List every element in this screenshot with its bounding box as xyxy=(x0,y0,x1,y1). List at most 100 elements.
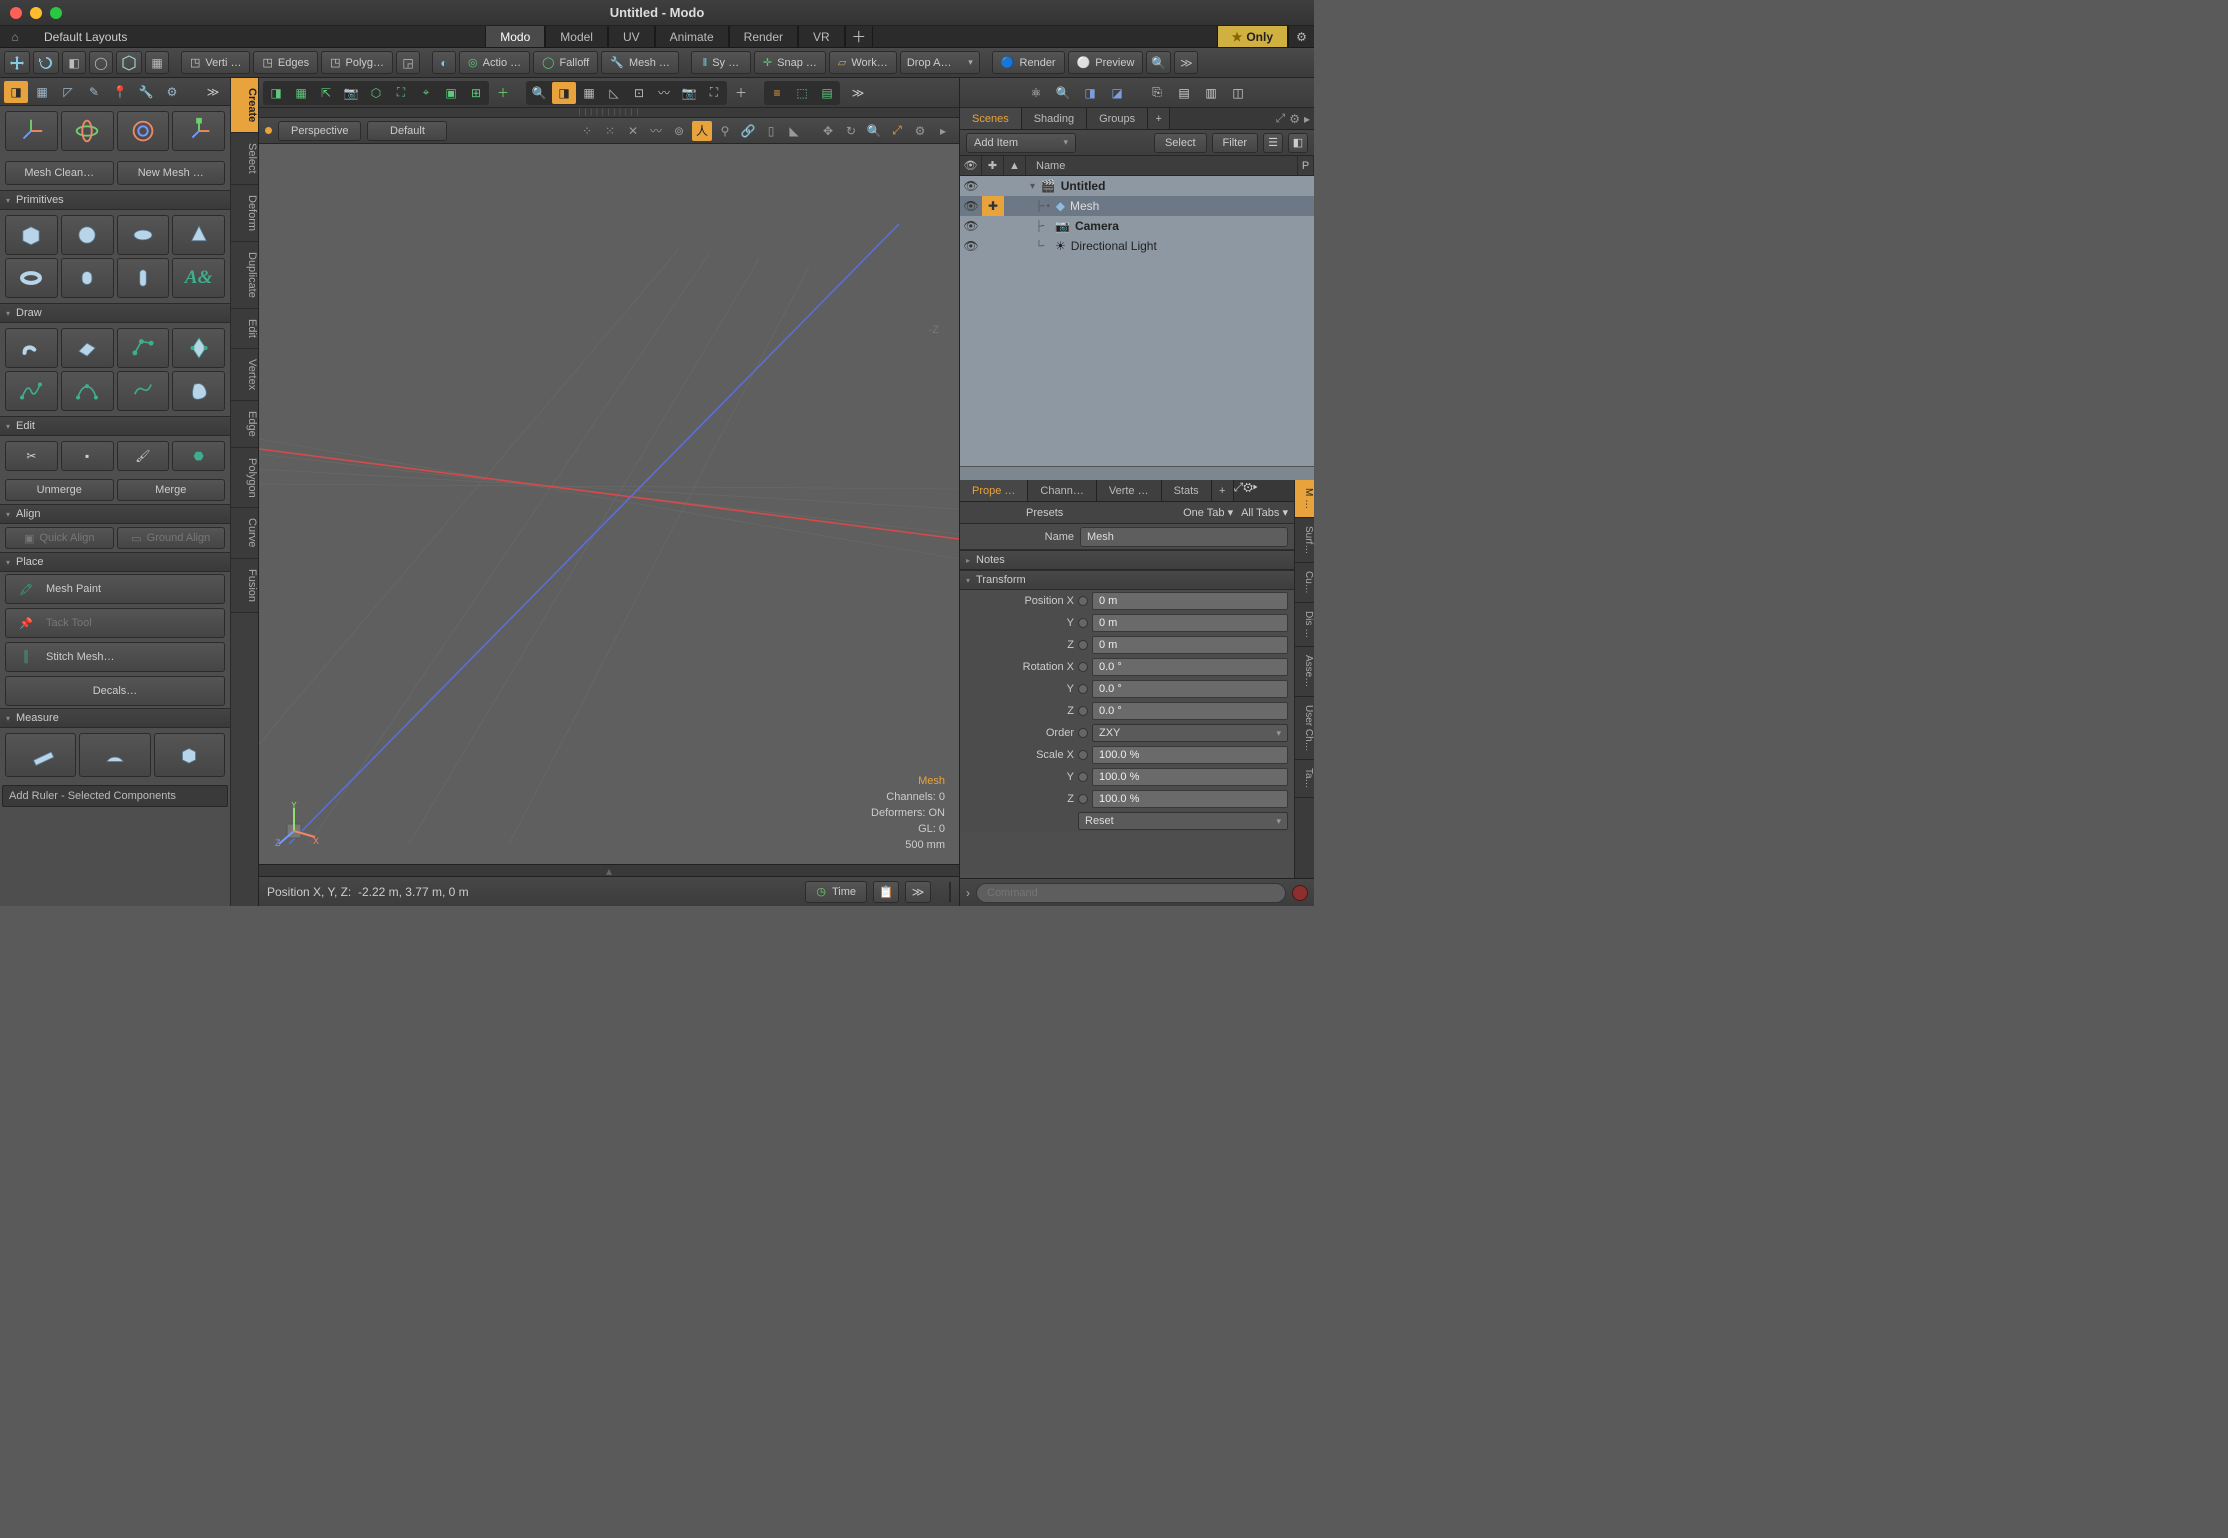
tree-row-untitled[interactable]: 👁 ▾ 🎬Untitled xyxy=(960,176,1314,196)
vp-graph-icon[interactable]: 〰 xyxy=(652,82,676,104)
section-align[interactable]: Align xyxy=(0,504,230,524)
section-edit[interactable]: Edit xyxy=(0,416,230,436)
list-mode-icon[interactable]: ☰ xyxy=(1263,133,1283,153)
draw-pen-icon[interactable] xyxy=(172,328,225,368)
time-button[interactable]: ◷Time xyxy=(805,881,867,903)
gizmo-rotate-icon[interactable] xyxy=(61,111,114,151)
viewport-view-dropdown[interactable]: Perspective xyxy=(278,121,361,141)
chevron-icon[interactable]: ▸ xyxy=(1304,112,1310,126)
vp-opt-2-icon[interactable]: ⁙ xyxy=(600,121,620,141)
rotation-y-input[interactable]: 0.0 ° xyxy=(1092,680,1288,698)
gizmo-move-icon[interactable] xyxy=(5,111,58,151)
viewport-slider-strip[interactable]: | | | | | | | | | | | xyxy=(259,108,959,118)
toolbar-more-icon[interactable]: ≫ xyxy=(1174,51,1198,74)
select-button[interactable]: Select xyxy=(1154,133,1207,153)
vp-zoom2-icon[interactable]: 🔍 xyxy=(864,121,884,141)
center-resize-handle[interactable]: ▴ xyxy=(259,864,959,876)
list-opt-icon[interactable]: ◧ xyxy=(1288,133,1308,153)
vtab-fusion[interactable]: Fusion xyxy=(231,559,258,613)
tab-add[interactable]: + xyxy=(1148,108,1170,129)
vp-pan-icon[interactable]: ✥ xyxy=(818,121,838,141)
channel-dot-icon[interactable] xyxy=(1078,728,1088,738)
visibility-toggle-icon[interactable]: 👁 xyxy=(960,216,982,236)
r-box-icon[interactable]: ◫ xyxy=(1226,82,1250,104)
workplane-button[interactable]: ▱Work… xyxy=(829,51,897,74)
prim-sphere-icon[interactable] xyxy=(61,215,114,255)
vp-shade-icon[interactable]: ◨ xyxy=(552,82,576,104)
vp-opt-8-icon[interactable]: 🔗 xyxy=(738,121,758,141)
vp-persp-icon[interactable]: ▦ xyxy=(289,82,313,104)
vtab-duplicate[interactable]: Duplicate xyxy=(231,242,258,309)
section-primitives[interactable]: Primitives xyxy=(0,190,230,210)
draw-sweep-icon[interactable] xyxy=(5,328,58,368)
measure-cube-icon[interactable] xyxy=(154,733,225,777)
micro-more-icon[interactable]: ≫ xyxy=(200,85,226,99)
micro-brush-icon[interactable]: ✎ xyxy=(82,81,106,103)
micro-gear-icon[interactable]: ⚙ xyxy=(160,81,184,103)
pvtab-mesh[interactable]: M … xyxy=(1295,480,1314,518)
section-draw[interactable]: Draw xyxy=(0,303,230,323)
visibility-toggle-icon[interactable]: 👁 xyxy=(960,236,982,256)
section-notes[interactable]: Notes xyxy=(960,550,1294,570)
name-input[interactable] xyxy=(1080,527,1288,547)
r-cube2-icon[interactable]: ◪ xyxy=(1105,82,1129,104)
symmetry-button[interactable]: ‖Sy … xyxy=(691,51,751,74)
sel-items-icon[interactable]: ◲ xyxy=(396,51,420,74)
position-z-input[interactable]: 0 m xyxy=(1092,636,1288,654)
position-x-input[interactable]: 0 m xyxy=(1092,592,1288,610)
merge-button[interactable]: Merge xyxy=(117,479,226,501)
draw-blob-icon[interactable] xyxy=(172,371,225,411)
vp-tri-icon[interactable]: ◺ xyxy=(602,82,626,104)
vp-layers-icon[interactable]: ⬚ xyxy=(790,82,814,104)
vtab-edit[interactable]: Edit xyxy=(231,309,258,349)
vp-gear-icon[interactable]: ⚙ xyxy=(910,121,930,141)
vp-snap-icon[interactable]: 📷 xyxy=(677,82,701,104)
vtab-curve[interactable]: Curve xyxy=(231,508,258,558)
preview-button[interactable]: ⚪Preview xyxy=(1068,51,1144,74)
vp-focus-icon[interactable]: ⌖ xyxy=(414,82,438,104)
measure-protractor-icon[interactable] xyxy=(79,733,150,777)
gear-icon[interactable]: ⚙ xyxy=(1243,480,1253,494)
tab-scenes[interactable]: Scenes xyxy=(960,108,1022,129)
tool-mesh-icon[interactable]: ▦ xyxy=(145,51,169,74)
prim-cylinder-icon[interactable] xyxy=(61,258,114,298)
micro-grid-icon[interactable]: ▦ xyxy=(30,81,54,103)
clipboard-icon[interactable]: 📋 xyxy=(873,881,899,903)
vp-add2-icon[interactable]: ＋ xyxy=(729,82,753,104)
layout-tab-add[interactable]: ＋ xyxy=(845,26,873,47)
micro-cube-icon[interactable]: ◨ xyxy=(4,81,28,103)
vtab-edge[interactable]: Edge xyxy=(231,401,258,448)
scale-y-input[interactable]: 100.0 % xyxy=(1092,768,1288,786)
drop-action-dropdown[interactable]: Drop A… xyxy=(900,51,980,74)
r-stack-icon[interactable]: ▥ xyxy=(1199,82,1223,104)
add-ruler-label[interactable]: Add Ruler - Selected Components xyxy=(2,785,228,807)
mesh-paint-button[interactable]: 🖍Mesh Paint xyxy=(5,574,225,604)
tool-scale-icon[interactable]: ◧ xyxy=(62,51,86,74)
snap-button[interactable]: ✛Snap … xyxy=(754,51,826,74)
channel-dot-icon[interactable] xyxy=(1078,618,1088,628)
tool-lasso-icon[interactable]: ◯ xyxy=(89,51,113,74)
vp-opt-6-icon[interactable]: 人 xyxy=(692,121,712,141)
visibility-toggle-icon[interactable]: 👁 xyxy=(960,176,982,196)
vp-frame-icon[interactable]: ⛶ xyxy=(389,82,413,104)
chevron-icon[interactable]: ▸ xyxy=(1253,480,1258,494)
vp-select-icon[interactable]: ▣ xyxy=(439,82,463,104)
vp-uv-icon[interactable]: ⊡ xyxy=(627,82,651,104)
prim-ellipsoid-icon[interactable] xyxy=(117,215,170,255)
vtab-deform[interactable]: Deform xyxy=(231,185,258,242)
layout-tab-uv[interactable]: UV xyxy=(608,26,655,47)
vp-tree-icon[interactable]: ▤ xyxy=(815,82,839,104)
micro-wrench-icon[interactable]: 🔧 xyxy=(134,81,158,103)
tool-cube-icon[interactable] xyxy=(116,51,142,74)
status-more-icon[interactable]: ≫ xyxy=(905,881,931,903)
tab-groups[interactable]: Groups xyxy=(1087,108,1148,129)
record-icon[interactable] xyxy=(1292,885,1308,901)
draw-polyline-icon[interactable] xyxy=(117,328,170,368)
vtab-create[interactable]: Create xyxy=(231,78,258,133)
layout-tab-vr[interactable]: VR xyxy=(798,26,845,47)
measure-ruler-icon[interactable] xyxy=(5,733,76,777)
rotation-z-input[interactable]: 0.0 ° xyxy=(1092,702,1288,720)
one-tab-dropdown[interactable]: One Tab ▾ xyxy=(1183,506,1233,519)
ptab-stats[interactable]: Stats xyxy=(1162,480,1212,501)
layouts-gear-icon[interactable]: ⚙ xyxy=(1288,26,1314,47)
